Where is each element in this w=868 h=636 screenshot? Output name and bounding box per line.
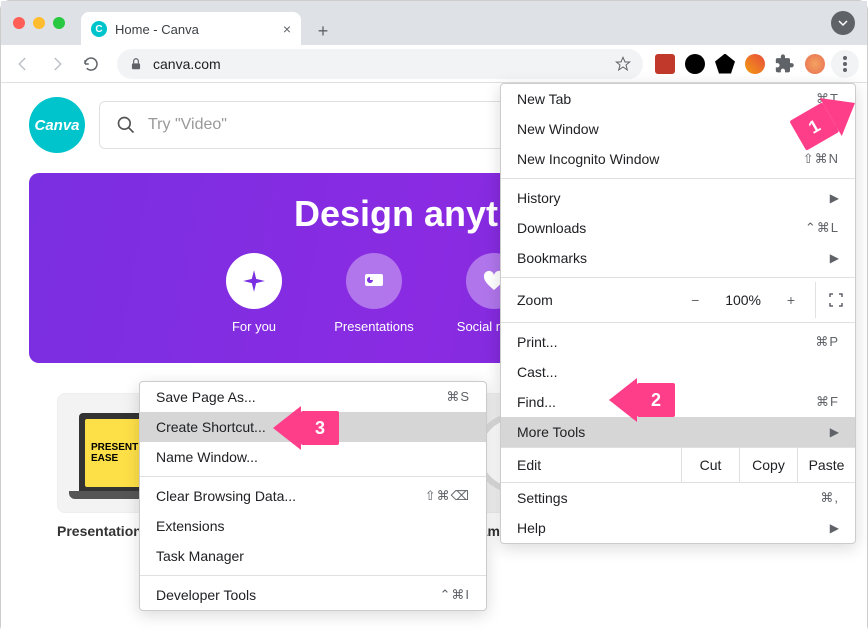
- menu-copy[interactable]: Copy: [739, 448, 797, 482]
- chrome-menu-button[interactable]: [831, 50, 859, 78]
- extension-icon-1[interactable]: [655, 54, 675, 74]
- menu-cast[interactable]: Cast...: [501, 357, 855, 387]
- callout-3: 3: [273, 406, 339, 450]
- lock-icon: [129, 57, 143, 71]
- back-button[interactable]: [9, 50, 37, 78]
- submenu-clear-browsing[interactable]: Clear Browsing Data...⇧⌘⌫: [140, 481, 486, 511]
- callout-2: 2: [609, 378, 675, 422]
- zoom-in-button[interactable]: +: [781, 292, 801, 308]
- chrome-main-menu: New Tab⌘T New Window⌘N New Incognito Win…: [500, 83, 856, 544]
- browser-tab[interactable]: C Home - Canva ×: [81, 12, 301, 46]
- fullscreen-button[interactable]: [815, 282, 855, 318]
- menu-settings[interactable]: Settings⌘,: [501, 483, 855, 513]
- window-titlebar: C Home - Canva × +: [1, 1, 867, 45]
- menu-more-tools[interactable]: More Tools▶: [501, 417, 855, 447]
- tab-title: Home - Canva: [115, 22, 199, 37]
- extension-icons: [655, 54, 825, 74]
- menu-new-incognito[interactable]: New Incognito Window⇧⌘N: [501, 144, 855, 174]
- menu-edit-row: Edit Cut Copy Paste: [501, 447, 855, 483]
- minimize-window-button[interactable]: [33, 17, 45, 29]
- browser-toolbar: canva.com: [1, 45, 867, 83]
- submenu-developer-tools[interactable]: Developer Tools⌃⌘I: [140, 580, 486, 610]
- zoom-out-button[interactable]: −: [685, 292, 705, 308]
- menu-downloads[interactable]: Downloads⌃⌘L: [501, 213, 855, 243]
- menu-bookmarks[interactable]: Bookmarks▶: [501, 243, 855, 273]
- menu-cut[interactable]: Cut: [681, 448, 739, 482]
- reload-button[interactable]: [77, 50, 105, 78]
- search-icon: [116, 115, 136, 135]
- menu-paste[interactable]: Paste: [797, 448, 855, 482]
- close-window-button[interactable]: [13, 17, 25, 29]
- menu-history[interactable]: History▶: [501, 183, 855, 213]
- canva-favicon: C: [91, 21, 107, 37]
- traffic-lights: [13, 17, 65, 29]
- submenu-task-manager[interactable]: Task Manager: [140, 541, 486, 571]
- menu-help[interactable]: Help▶: [501, 513, 855, 543]
- extension-icon-3[interactable]: [715, 54, 735, 74]
- hero-item-presentations[interactable]: Presentations: [329, 253, 419, 334]
- tab-overflow-button[interactable]: [831, 11, 855, 35]
- menu-zoom: Zoom − 100% +: [501, 282, 855, 318]
- tab-strip: C Home - Canva × +: [81, 1, 337, 45]
- sparkle-icon: [226, 253, 282, 309]
- extensions-puzzle-icon[interactable]: [775, 54, 795, 74]
- search-placeholder: Try "Video": [148, 116, 227, 134]
- profile-avatar[interactable]: [805, 54, 825, 74]
- menu-print[interactable]: Print...⌘P: [501, 327, 855, 357]
- url-text: canva.com: [153, 56, 221, 72]
- hero-item-for-you[interactable]: For you: [209, 253, 299, 334]
- fullscreen-window-button[interactable]: [53, 17, 65, 29]
- address-bar[interactable]: canva.com: [117, 49, 643, 79]
- pocket-icon[interactable]: [685, 54, 705, 74]
- new-tab-button[interactable]: +: [309, 17, 337, 45]
- close-tab-icon[interactable]: ×: [283, 21, 291, 37]
- presentation-icon: [346, 253, 402, 309]
- star-icon[interactable]: [615, 56, 631, 72]
- submenu-extensions[interactable]: Extensions: [140, 511, 486, 541]
- forward-button[interactable]: [43, 50, 71, 78]
- canva-logo[interactable]: Canva: [29, 97, 85, 153]
- zoom-value: 100%: [725, 292, 761, 308]
- menu-find[interactable]: Find...⌘F: [501, 387, 855, 417]
- extension-icon-4[interactable]: [745, 54, 765, 74]
